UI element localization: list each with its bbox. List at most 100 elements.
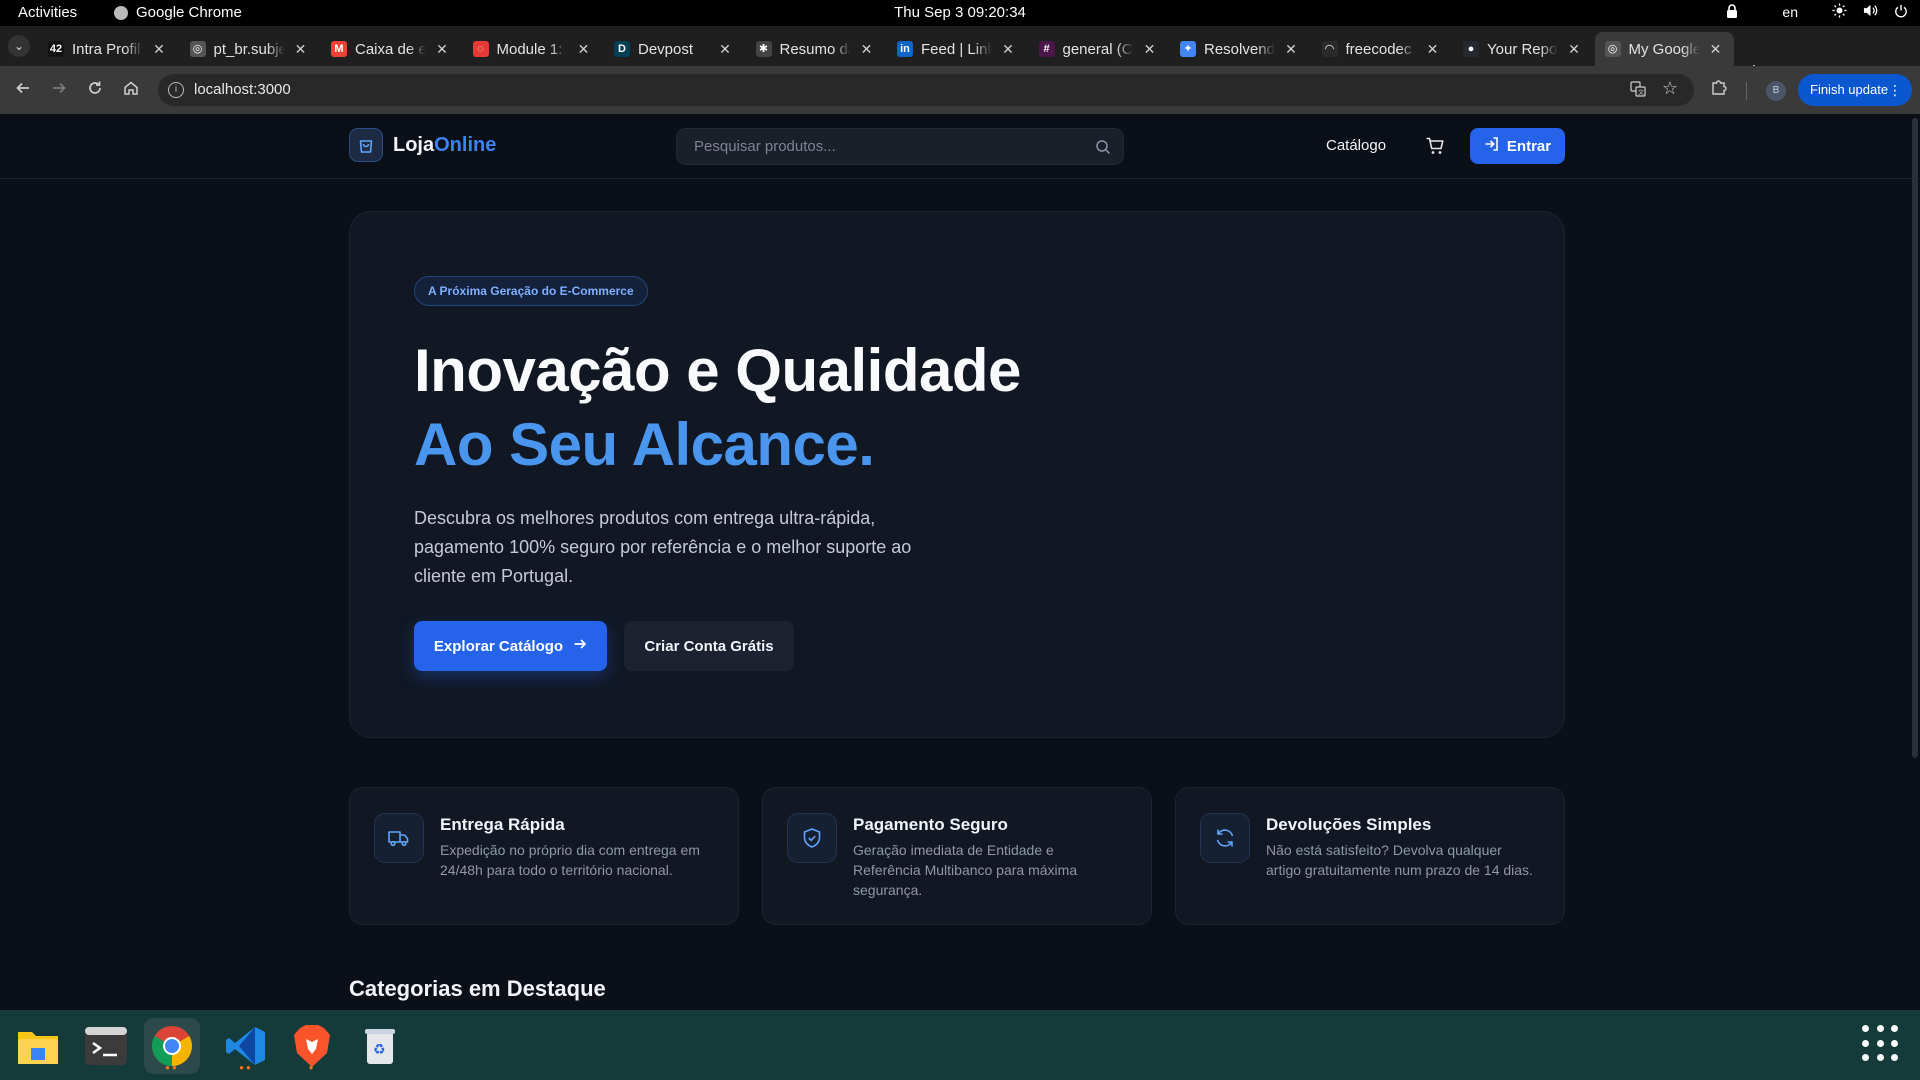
close-tab-icon[interactable]: ✕ [1142,41,1158,58]
vscode-icon[interactable]: ●● [218,1018,274,1074]
feature-card-returns: Devoluções Simples Não está satisfeito? … [1175,787,1565,925]
system-tray[interactable]: en [1726,3,1908,21]
page-scrollbar[interactable] [1912,118,1918,758]
running-indicator: ●● [239,1063,253,1072]
arrow-right-icon [53,82,66,94]
feature-description: Geração imediata de Entidade e Referênci… [853,842,1078,898]
tab-title: Resolvend [1204,40,1275,58]
browser-tab[interactable]: ◠ freecodec ✕ [1312,32,1451,66]
svg-text:文: 文 [1638,89,1644,97]
files-icon[interactable] [10,1018,66,1074]
close-tab-icon[interactable]: ✕ [151,41,167,58]
shield-icon [787,813,837,863]
chrome-app-icon [114,5,128,20]
feature-title: Devoluções Simples [1266,815,1432,834]
gemini-icon: ✦ [1180,41,1196,57]
close-tab-icon[interactable]: ✕ [1283,41,1299,58]
nav-catalog-link[interactable]: Catálogo [1326,137,1386,154]
tab-title: Module 1: ( [496,40,568,58]
trash-icon[interactable]: ♻ [352,1018,408,1074]
keyboard-language[interactable]: en [1782,4,1798,20]
gmail-icon: M [331,41,347,57]
arrow-left-icon [16,82,29,94]
browser-tab[interactable]: ● Your Repo ✕ [1453,32,1592,66]
login-button[interactable]: Entrar [1470,128,1565,164]
browser-tab[interactable]: ◎ My Google ✕ [1594,32,1734,66]
address-url[interactable]: localhost:3000 [194,81,291,98]
browser-tab[interactable]: 42 Intra Profil ✕ [38,32,177,66]
lock-icon [1726,3,1738,21]
app-grid-icon[interactable] [1862,1025,1900,1063]
search-input[interactable] [677,129,1123,164]
feature-title: Entrega Rápida [440,815,565,834]
focused-app-menu[interactable]: Google Chrome [114,4,242,21]
github-icon: ● [1463,41,1479,57]
product-search [676,128,1124,165]
tab-title: general (C [1062,40,1133,58]
close-tab-icon[interactable]: ✕ [1566,41,1582,58]
browser-tab[interactable]: ✦ Resolvend ✕ [1170,32,1309,66]
site-logo[interactable]: LojaOnline [349,128,496,162]
chatgpt-icon: ✱ [755,41,772,57]
extensions-icon[interactable] [1710,78,1728,101]
login-icon [1484,136,1500,156]
hero-title-line1: Inovação e Qualidade [414,337,1021,404]
close-tab-icon[interactable]: ✕ [1000,41,1016,58]
slack-icon: # [1038,41,1055,57]
browser-toolbar: i localhost:3000 文 ☆ B Finish update ⋮ [0,66,1920,114]
close-tab-icon[interactable]: ✕ [717,41,733,58]
browser-tab[interactable]: ◌ Module 1: (✕ [463,32,602,66]
activities-button[interactable]: Activities [18,4,77,21]
browser-tab[interactable]: in Feed | Link ✕ [887,32,1026,66]
site-header: LojaOnline Catálogo Entrar [0,114,1920,179]
back-button[interactable] [12,80,34,101]
globe-icon: ◎ [189,41,206,57]
browser-tab[interactable]: M Caixa de en ✕ [321,32,460,66]
create-account-label: Criar Conta Grátis [644,637,774,655]
finish-update-button[interactable]: Finish update ⋮ [1798,74,1912,106]
search-icon[interactable] [1095,139,1111,160]
brand-name: LojaOnline [393,134,496,157]
svg-text:♻: ♻ [373,1042,386,1058]
42-icon: 42 [48,41,64,57]
translate-icon[interactable]: 文 [1630,81,1646,100]
clock[interactable]: Thu Sep 3 09:20:34 [0,4,1920,21]
bookmark-star-icon[interactable]: ☆ [1662,78,1678,99]
site-info-icon[interactable]: i [168,82,184,98]
close-tab-icon[interactable]: ✕ [434,41,450,58]
create-account-button[interactable]: Criar Conta Grátis [624,621,794,671]
browser-tab[interactable]: # general (C ✕ [1029,32,1168,66]
address-bar[interactable]: i localhost:3000 文 ☆ [158,74,1694,106]
close-tab-icon[interactable]: ✕ [859,41,875,58]
hero-title-line2: Ao Seu Alcance. [414,411,875,478]
feature-description: Expedição no próprio dia com entrega em … [440,842,700,878]
home-button[interactable] [120,80,142,101]
feature-card-payment: Pagamento Seguro Geração imediata de Ent… [762,787,1152,925]
close-tab-icon[interactable]: ✕ [1708,41,1724,58]
brand-name-part1: Loja [393,133,435,156]
tab-title: Resumo da [779,40,851,58]
feature-description: Não está satisfeito? Devolva qualquer ar… [1266,842,1533,878]
chrome-icon[interactable]: ●● [144,1018,200,1074]
cart-icon[interactable] [1425,136,1445,161]
devpost-icon: D [614,41,630,57]
close-tab-icon[interactable]: ✕ [1425,41,1441,58]
browser-tab[interactable]: D Devpost ✕ [604,32,743,66]
close-tab-icon[interactable]: ✕ [576,41,592,58]
tab-strip: ⌄ 42 Intra Profil ✕ ◎ pt_br.subje ✕ M Caixa de … [0,26,1920,82]
browser-tab[interactable]: ◎ pt_br.subje ✕ [180,32,319,66]
profile-avatar[interactable]: B [1766,81,1786,101]
shopping-bag-icon [349,128,383,162]
reload-button[interactable] [84,80,106,101]
browser-tab[interactable]: ✱ Resumo da ✕ [746,32,885,66]
tab-title: My Google [1628,40,1700,58]
terminal-icon[interactable] [78,1018,134,1074]
brave-icon[interactable]: ● [284,1018,340,1074]
focused-app-name: Google Chrome [136,4,242,21]
explore-catalog-button[interactable]: Explorar Catálogo [414,621,607,671]
running-indicator: ●● [165,1063,179,1072]
close-tab-icon[interactable]: ✕ [293,41,309,58]
tab-search-button[interactable]: ⌄ [8,35,30,57]
forward-button[interactable] [48,80,70,101]
brand-name-part2: Online [434,133,497,156]
